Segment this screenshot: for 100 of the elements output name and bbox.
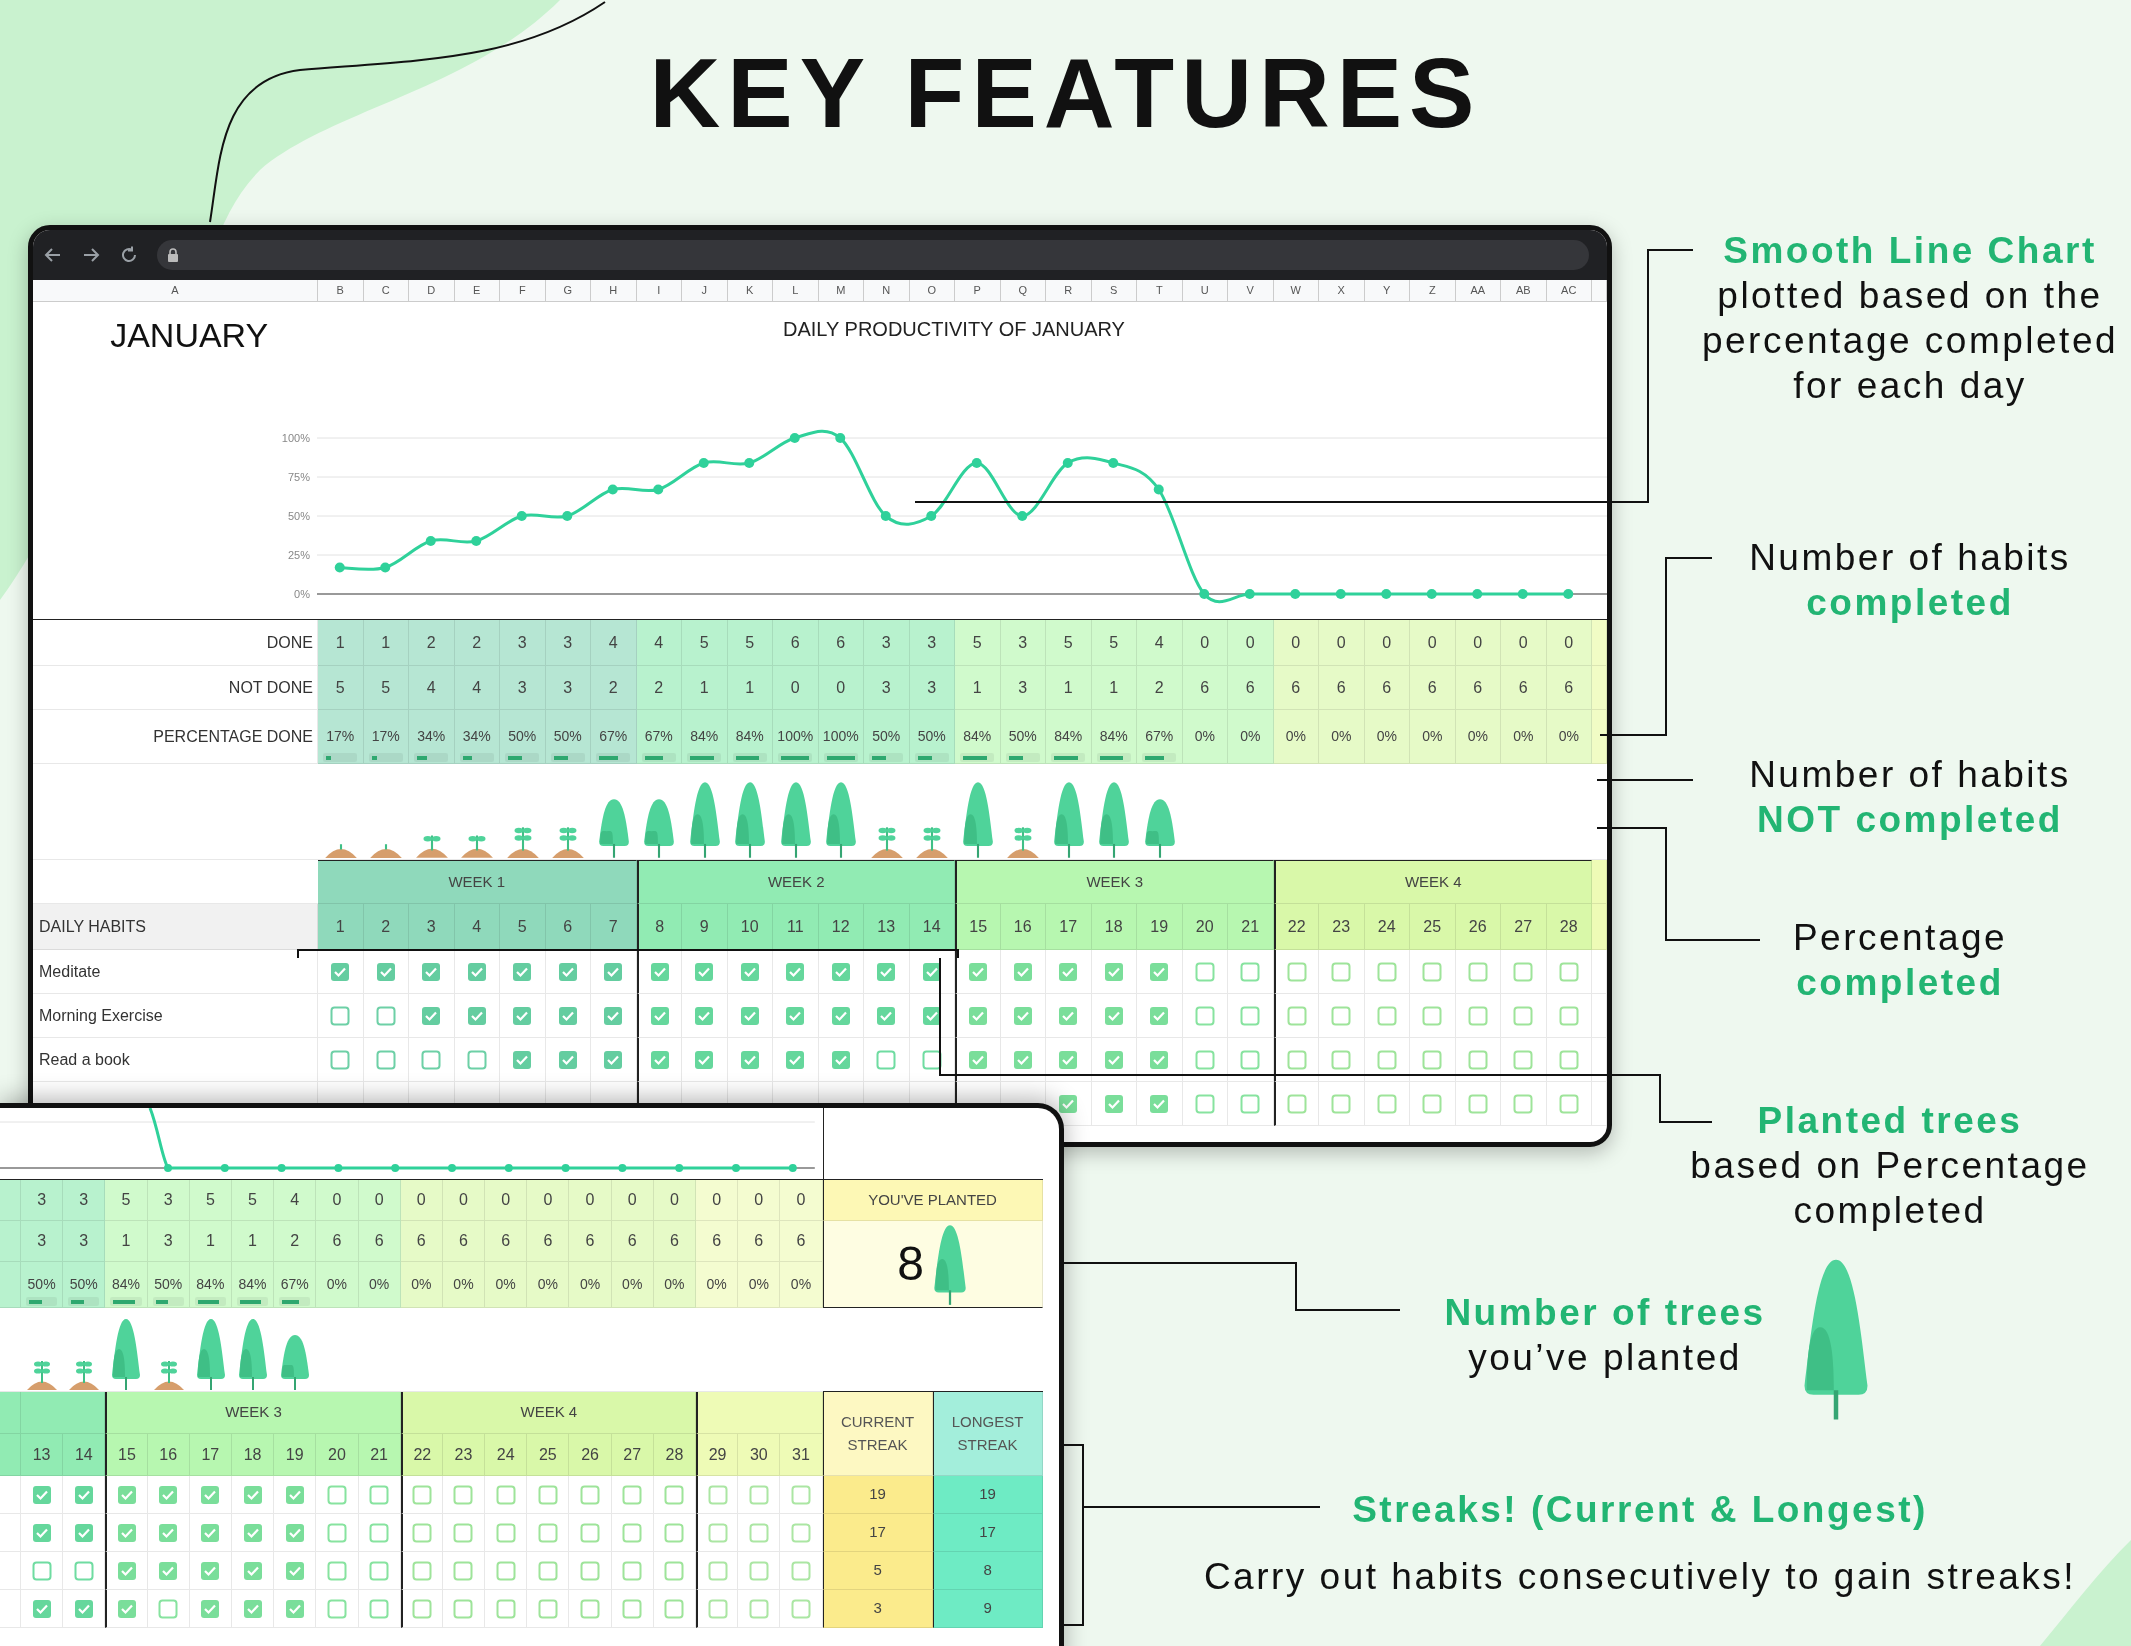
checkbox[interactable] [158,1560,179,1581]
checkbox[interactable] [748,1484,769,1505]
checkbox[interactable] [1376,1049,1397,1070]
checkbox[interactable] [1058,961,1079,982]
checkbox[interactable] [466,1005,487,1026]
checkbox[interactable] [622,1484,643,1505]
checkbox[interactable] [790,1560,811,1581]
checkbox[interactable] [326,1560,347,1581]
checkbox[interactable] [73,1522,94,1543]
checkbox[interactable] [1513,961,1534,982]
checkbox[interactable] [1240,1005,1261,1026]
checkbox[interactable] [1058,1049,1079,1070]
checkbox[interactable] [1286,1049,1307,1070]
checkbox[interactable] [1286,1005,1307,1026]
checkbox[interactable] [622,1522,643,1543]
checkbox[interactable] [116,1560,137,1581]
checkbox[interactable] [73,1560,94,1581]
checkbox[interactable] [649,961,670,982]
checkbox[interactable] [1376,1093,1397,1114]
checkbox[interactable] [580,1522,601,1543]
checkbox[interactable] [921,1005,942,1026]
checkbox[interactable] [968,1049,989,1070]
checkbox[interactable] [580,1560,601,1581]
checkbox[interactable] [453,1560,474,1581]
checkbox[interactable] [1194,1093,1215,1114]
checkbox[interactable] [73,1484,94,1505]
checkbox[interactable] [284,1560,305,1581]
checkbox[interactable] [1012,1049,1033,1070]
checkbox[interactable] [1240,961,1261,982]
checkbox[interactable] [707,1522,728,1543]
checkbox[interactable] [1467,1093,1488,1114]
checkbox[interactable] [707,1484,728,1505]
checkbox[interactable] [790,1522,811,1543]
checkbox[interactable] [1513,1049,1534,1070]
checkbox[interactable] [1331,1049,1352,1070]
checkbox[interactable] [284,1484,305,1505]
checkbox[interactable] [748,1560,769,1581]
checkbox[interactable] [876,961,897,982]
checkbox[interactable] [1331,1005,1352,1026]
checkbox[interactable] [785,1049,806,1070]
checkbox[interactable] [369,1560,390,1581]
checkbox[interactable] [31,1522,52,1543]
checkbox[interactable] [495,1522,516,1543]
checkbox[interactable] [375,1005,396,1026]
checkbox[interactable] [158,1484,179,1505]
checkbox[interactable] [1467,961,1488,982]
checkbox[interactable] [603,1049,624,1070]
checkbox[interactable] [664,1560,685,1581]
checkbox[interactable] [1467,1005,1488,1026]
checkbox[interactable] [968,961,989,982]
checkbox[interactable] [1149,961,1170,982]
checkbox[interactable] [1103,1093,1124,1114]
checkbox[interactable] [242,1522,263,1543]
checkbox[interactable] [557,1049,578,1070]
checkbox[interactable] [200,1522,221,1543]
checkbox[interactable] [557,961,578,982]
checkbox[interactable] [537,1560,558,1581]
checkbox[interactable] [369,1522,390,1543]
checkbox[interactable] [200,1484,221,1505]
checkbox[interactable] [200,1598,221,1619]
checkbox[interactable] [785,1005,806,1026]
checkbox[interactable] [664,1598,685,1619]
checkbox[interactable] [1331,1093,1352,1114]
checkbox[interactable] [1058,1093,1079,1114]
checkbox[interactable] [31,1560,52,1581]
checkbox[interactable] [284,1598,305,1619]
checkbox[interactable] [1194,1005,1215,1026]
checkbox[interactable] [1194,961,1215,982]
checkbox[interactable] [1513,1093,1534,1114]
checkbox[interactable] [603,1005,624,1026]
checkbox[interactable] [622,1598,643,1619]
reload-icon[interactable] [119,245,139,265]
checkbox[interactable] [1103,1005,1124,1026]
checkbox[interactable] [326,1522,347,1543]
checkbox[interactable] [537,1598,558,1619]
checkbox[interactable] [326,1598,347,1619]
checkbox[interactable] [466,1049,487,1070]
checkbox[interactable] [1467,1049,1488,1070]
checkbox[interactable] [1558,1049,1579,1070]
checkbox[interactable] [790,1598,811,1619]
checkbox[interactable] [326,1484,347,1505]
checkbox[interactable] [707,1598,728,1619]
checkbox[interactable] [785,961,806,982]
checkbox[interactable] [412,1522,433,1543]
checkbox[interactable] [876,1005,897,1026]
checkbox[interactable] [649,1049,670,1070]
checkbox[interactable] [495,1598,516,1619]
checkbox[interactable] [495,1560,516,1581]
checkbox[interactable] [664,1484,685,1505]
checkbox[interactable] [739,961,760,982]
checkbox[interactable] [412,1560,433,1581]
checkbox[interactable] [158,1522,179,1543]
checkbox[interactable] [1558,1005,1579,1026]
checkbox[interactable] [748,1598,769,1619]
checkbox[interactable] [603,961,624,982]
checkbox[interactable] [512,1049,533,1070]
checkbox[interactable] [242,1598,263,1619]
checkbox[interactable] [330,1005,351,1026]
checkbox[interactable] [369,1484,390,1505]
checkbox[interactable] [1012,961,1033,982]
